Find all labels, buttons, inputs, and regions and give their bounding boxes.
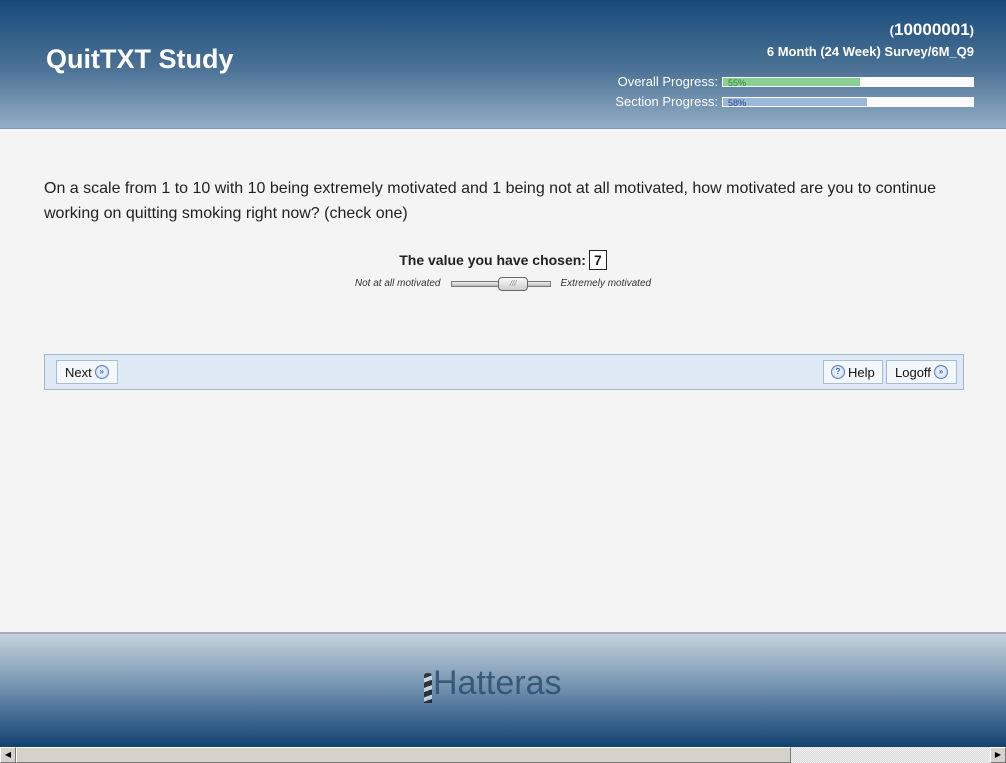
forward-icon: »: [933, 365, 948, 379]
slider-min-label: Not at all motivated: [354, 278, 441, 289]
chosen-value-box: 7: [588, 250, 607, 270]
slider-max-label: Extremely motivated: [560, 278, 652, 289]
next-button[interactable]: Next»: [56, 360, 118, 384]
hatteras-logo: Hatteras: [424, 664, 562, 703]
overall-progress: Overall Progress: 55%: [618, 74, 974, 89]
app-title: QuitTXT Study: [46, 44, 234, 74]
header: QuitTXT Study (10000001) 6 Month (24 Wee…: [0, 0, 1006, 129]
help-button[interactable]: ? Help: [823, 360, 883, 384]
survey-name: 6 Month (24 Week) Survey/6M_Q9: [766, 44, 974, 59]
section-progress-text: 58%: [728, 97, 747, 108]
section-progress: Section Progress: 58%: [615, 94, 974, 109]
navigation-bar: Next» ? Help Logoff»: [44, 354, 964, 390]
motivation-slider-row: Not at all motivated /// Extremely motiv…: [0, 276, 1006, 291]
chosen-value: The value you have chosen: 7: [0, 250, 1006, 270]
overall-progress-text: 55%: [728, 77, 747, 88]
forward-icon: »: [94, 365, 109, 379]
scroll-left-icon[interactable]: ◀: [0, 747, 16, 763]
participant-id: (10000001): [889, 20, 974, 39]
horizontal-scrollbar[interactable]: ◀ ▶: [0, 747, 1006, 763]
next-label: Next: [65, 364, 92, 380]
footer: Hatteras: [0, 632, 1006, 747]
logoff-button[interactable]: Logoff»: [886, 360, 957, 384]
chosen-label: The value you have chosen:: [399, 252, 586, 268]
overall-progress-bar: 55%: [722, 76, 974, 88]
scrollbar-thumb[interactable]: [16, 747, 791, 763]
section-progress-label: Section Progress:: [615, 94, 718, 109]
participant-id-value: 10000001: [894, 20, 970, 39]
section-progress-bar: 58%: [722, 96, 974, 108]
question-text: On a scale from 1 to 10 with 10 being ex…: [44, 180, 937, 222]
logo-text: Hatteras: [433, 664, 562, 702]
help-label: Help: [848, 364, 875, 380]
scroll-right-icon[interactable]: ▶: [990, 747, 1006, 763]
help-icon: ?: [831, 365, 845, 379]
lighthouse-icon: [424, 673, 432, 703]
slider-thumb[interactable]: ///: [498, 276, 529, 291]
logoff-label: Logoff: [895, 364, 931, 380]
overall-progress-label: Overall Progress:: [617, 74, 718, 89]
motivation-slider[interactable]: ///: [450, 276, 551, 291]
